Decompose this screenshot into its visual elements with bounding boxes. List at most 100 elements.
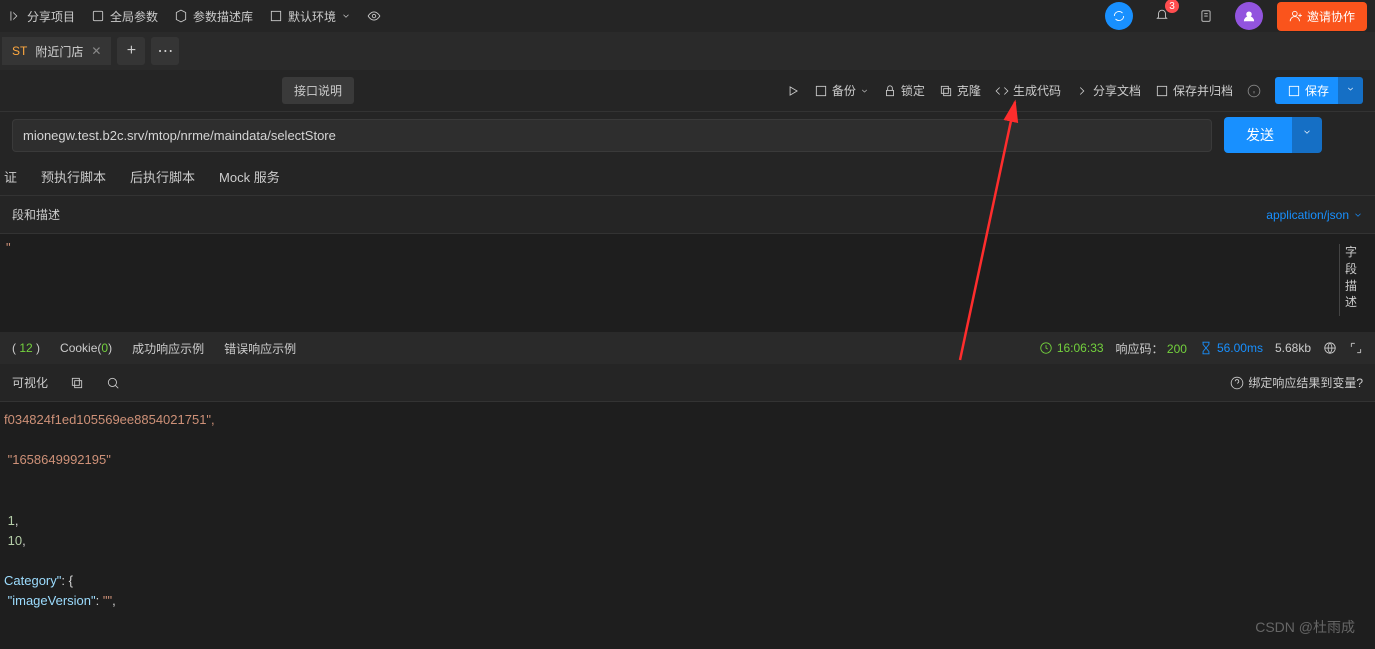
share-label: 分享项目 bbox=[27, 8, 75, 25]
field-desc-side[interactable]: 字 段 描 述 bbox=[1339, 244, 1357, 316]
archive-label: 保存并归档 bbox=[1173, 82, 1233, 99]
send-button[interactable]: 发送 bbox=[1224, 117, 1296, 153]
bind-label: 绑定响应结果到变量? bbox=[1248, 374, 1363, 391]
sync-button[interactable] bbox=[1105, 2, 1133, 30]
info-icon[interactable] bbox=[1247, 84, 1261, 98]
response-duration: 56.00ms bbox=[1199, 341, 1263, 355]
sharedoc-label: 分享文档 bbox=[1093, 82, 1141, 99]
clone-label: 克隆 bbox=[957, 82, 981, 99]
note-button[interactable] bbox=[1191, 1, 1221, 31]
response-size: 5.68kb bbox=[1275, 341, 1311, 355]
avatar[interactable] bbox=[1235, 2, 1263, 30]
invite-button[interactable]: 邀请协作 bbox=[1277, 2, 1367, 31]
env-label: 默认环境 bbox=[288, 8, 336, 25]
param-lib[interactable]: 参数描述库 bbox=[174, 8, 253, 25]
tab-cookie[interactable]: Cookie(0) bbox=[60, 341, 112, 355]
disk-icon bbox=[1287, 84, 1301, 98]
top-right-group: 3 邀请协作 bbox=[1105, 1, 1367, 31]
lock-button[interactable]: 锁定 bbox=[883, 82, 925, 99]
response-body[interactable]: f034824f1ed105569ee8854021751", "1658649… bbox=[0, 402, 1375, 619]
chevron-down-icon bbox=[1346, 82, 1355, 96]
response-time: 16:06:33 bbox=[1039, 341, 1104, 355]
sharedoc-button[interactable]: 分享文档 bbox=[1075, 82, 1141, 99]
tab-headers[interactable]: ( 12 ) bbox=[12, 341, 40, 355]
content-type-selector[interactable]: application/json bbox=[1266, 208, 1363, 222]
globe-icon[interactable] bbox=[1323, 341, 1337, 355]
top-bar: 分享项目 全局参数 参数描述库 默认环境 3 bbox=[0, 0, 1375, 32]
tab-auth[interactable]: 证 bbox=[4, 167, 17, 186]
bell-button[interactable]: 3 bbox=[1147, 1, 1177, 31]
globe-icon bbox=[91, 9, 105, 23]
copy-icon[interactable] bbox=[70, 376, 84, 390]
save-label: 保存 bbox=[1305, 82, 1329, 99]
chevron-down-icon bbox=[1302, 125, 1312, 139]
chevron-down-icon bbox=[860, 84, 869, 98]
clock-icon bbox=[1039, 341, 1053, 355]
url-input[interactable] bbox=[12, 119, 1212, 152]
eye-icon bbox=[367, 9, 381, 23]
top-left-group: 分享项目 全局参数 参数描述库 默认环境 bbox=[8, 8, 381, 25]
save-icon bbox=[814, 84, 828, 98]
content-type-label: application/json bbox=[1266, 208, 1349, 222]
view-bar: 可视化 绑定响应结果到变量? bbox=[0, 364, 1375, 402]
global-params[interactable]: 全局参数 bbox=[91, 8, 158, 25]
global-label: 全局参数 bbox=[110, 8, 158, 25]
add-tab[interactable]: + bbox=[117, 37, 145, 65]
code-icon bbox=[995, 84, 1009, 98]
chevron-down-icon bbox=[1353, 208, 1363, 222]
user-icon bbox=[1242, 9, 1256, 23]
view-visual[interactable]: 可视化 bbox=[12, 374, 48, 391]
bell-badge: 3 bbox=[1165, 0, 1179, 13]
close-icon[interactable]: ✕ bbox=[91, 44, 101, 58]
tab-mock[interactable]: Mock 服务 bbox=[219, 167, 280, 186]
run-button[interactable] bbox=[786, 84, 800, 98]
share-icon bbox=[8, 9, 22, 23]
tab-postscript[interactable]: 后执行脚本 bbox=[130, 167, 195, 186]
editor-text: " bbox=[6, 240, 11, 255]
sync-icon bbox=[1112, 9, 1126, 23]
archive-button[interactable]: 保存并归档 bbox=[1155, 82, 1233, 99]
tab-prescript[interactable]: 预执行脚本 bbox=[41, 167, 106, 186]
request-tabs: 证 预执行脚本 后执行脚本 Mock 服务 bbox=[0, 158, 1375, 196]
lock-icon bbox=[883, 84, 897, 98]
response-status: 响应码： 200 bbox=[1116, 340, 1187, 357]
backup-button[interactable]: 备份 bbox=[814, 82, 869, 99]
hourglass-icon bbox=[1199, 341, 1213, 355]
question-icon bbox=[1230, 376, 1244, 390]
lock-label: 锁定 bbox=[901, 82, 925, 99]
note-icon bbox=[1199, 9, 1213, 23]
watermark: CSDN @杜雨成 bbox=[1255, 617, 1355, 637]
gencode-label: 生成代码 bbox=[1013, 82, 1061, 99]
bind-result[interactable]: 绑定响应结果到变量? bbox=[1230, 374, 1363, 391]
tab-error-example[interactable]: 错误响应示例 bbox=[224, 340, 296, 357]
search-icon[interactable] bbox=[106, 376, 120, 390]
play-icon bbox=[786, 84, 800, 98]
person-add-icon bbox=[1289, 9, 1303, 23]
clone-button[interactable]: 克隆 bbox=[939, 82, 981, 99]
request-body-editor[interactable]: " 字 段 描 述 bbox=[0, 234, 1375, 332]
tab-name: 附近门店 bbox=[35, 43, 83, 60]
tab-bar: ST 附近门店 ✕ + ⋯ bbox=[0, 32, 1375, 70]
param-label: 参数描述库 bbox=[193, 8, 253, 25]
gencode-button[interactable]: 生成代码 bbox=[995, 82, 1061, 99]
right-actions: 备份 锁定 克隆 生成代码 分享文档 保存并归档 保存 bbox=[786, 77, 1363, 104]
body-subbar: 段和描述 application/json bbox=[0, 196, 1375, 234]
cube-icon bbox=[174, 9, 188, 23]
expand-icon[interactable] bbox=[1349, 341, 1363, 355]
share-icon bbox=[1075, 84, 1089, 98]
copy-icon bbox=[939, 84, 953, 98]
left-actions: 接口说明 bbox=[12, 77, 354, 104]
save-button[interactable]: 保存 bbox=[1275, 77, 1341, 104]
api-description-button[interactable]: 接口说明 bbox=[282, 77, 354, 104]
send-label: 发送 bbox=[1246, 125, 1274, 145]
share-project[interactable]: 分享项目 bbox=[8, 8, 75, 25]
save-dropdown[interactable] bbox=[1338, 77, 1363, 104]
env-selector[interactable]: 默认环境 bbox=[269, 8, 351, 25]
tab-success-example[interactable]: 成功响应示例 bbox=[132, 340, 204, 357]
eye-toggle[interactable] bbox=[367, 9, 381, 23]
api-tab[interactable]: ST 附近门店 ✕ bbox=[2, 37, 111, 65]
view-left: 可视化 bbox=[12, 374, 120, 391]
action-bar: 接口说明 备份 锁定 克隆 生成代码 分享文档 保存并归档 bbox=[0, 70, 1375, 112]
tab-more[interactable]: ⋯ bbox=[151, 37, 179, 65]
send-dropdown[interactable] bbox=[1292, 117, 1322, 153]
